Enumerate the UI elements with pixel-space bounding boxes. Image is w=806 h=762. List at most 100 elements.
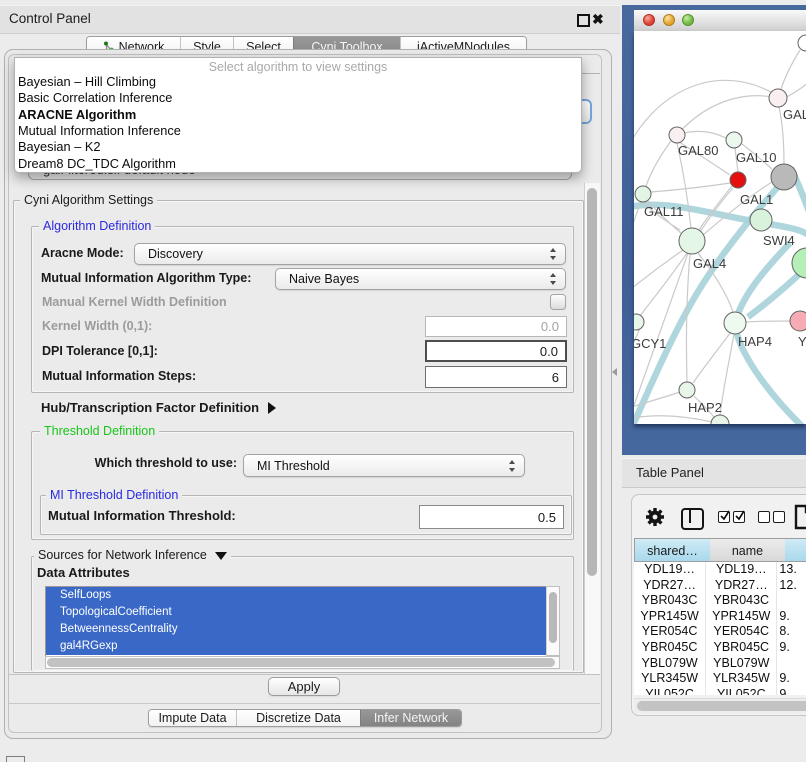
algorithm-definition-label: Algorithm Definition bbox=[39, 219, 155, 233]
algorithm-option[interactable]: Basic Correlation Inference bbox=[18, 90, 172, 105]
cell-value: 13. bbox=[777, 562, 806, 578]
algorithm-option[interactable]: Mutual Information Inference bbox=[18, 123, 181, 138]
split-pane-icon[interactable] bbox=[681, 508, 704, 530]
gear-icon[interactable] bbox=[645, 507, 665, 532]
network-window-titlebar[interactable] bbox=[634, 10, 806, 32]
network-node-y[interactable] bbox=[790, 311, 806, 331]
mi-threshold-input[interactable]: 0.5 bbox=[419, 505, 564, 529]
minimize-light-yellow[interactable] bbox=[663, 14, 675, 26]
network-canvas[interactable]: GALGAL80GAL10GAL1GAL11SWI4GAL4GCY1HAP4YH… bbox=[634, 31, 806, 424]
network-edge bbox=[748, 268, 806, 317]
float-window-icon[interactable] bbox=[577, 14, 590, 27]
algorithm-option[interactable]: ARACNE Algorithm bbox=[18, 107, 136, 122]
table-row[interactable]: YBL079WYBL079W bbox=[634, 656, 806, 672]
attributes-vertical-scrollbar[interactable] bbox=[546, 586, 560, 656]
apply-button[interactable]: Apply bbox=[268, 677, 340, 696]
table-row[interactable]: YDR27…YDR27…12. bbox=[634, 578, 806, 594]
mi-steps-input[interactable]: 6 bbox=[425, 366, 567, 388]
network-graph: GALGAL80GAL10GAL1GAL11SWI4GAL4GCY1HAP4YH… bbox=[634, 31, 806, 424]
hub-factor-expander[interactable]: Hub/Transcription Factor Definition bbox=[41, 400, 276, 415]
tab-infer-network[interactable]: Infer Network bbox=[360, 710, 461, 726]
network-node-hap2[interactable] bbox=[679, 382, 695, 398]
attribute-item[interactable]: TopologicalCoefficient bbox=[46, 604, 547, 621]
cell-value bbox=[777, 656, 806, 672]
table-row[interactable]: YLR345WYLR345W9. bbox=[634, 671, 806, 687]
kernel-width-input[interactable]: 0.0 bbox=[425, 316, 567, 337]
attributes-horizontal-scrollbar[interactable] bbox=[45, 656, 560, 669]
network-edge bbox=[693, 332, 731, 383]
table-row[interactable]: YIL052CYIL052C9. bbox=[634, 687, 806, 695]
which-threshold-combobox[interactable]: MI Threshold bbox=[243, 454, 525, 477]
tab-discretize-data[interactable]: Discretize Data bbox=[236, 710, 360, 726]
combobox-arrows-icon bbox=[550, 273, 557, 285]
hidden-groupbox-edge bbox=[581, 73, 600, 74]
cell-name: YBL079W bbox=[706, 656, 777, 672]
cell-name: YBR043C bbox=[706, 593, 777, 609]
table-row[interactable]: YBR045CYBR045C9. bbox=[634, 640, 806, 656]
node-label: GAL1 bbox=[740, 192, 773, 207]
network-node[interactable] bbox=[798, 35, 806, 51]
aracne-mode-combobox[interactable]: Discovery bbox=[134, 243, 566, 265]
cell-name: YPR145W bbox=[706, 609, 777, 625]
viewport-divider bbox=[9, 674, 600, 675]
table-row[interactable]: YPR145WYPR145W9. bbox=[634, 609, 806, 625]
network-node-gal10[interactable] bbox=[726, 132, 742, 148]
network-node-gcy1[interactable] bbox=[634, 314, 644, 330]
node-label: SWI4 bbox=[763, 233, 795, 248]
network-node-gal4[interactable] bbox=[679, 228, 705, 254]
mi-algorithm-type-combobox[interactable]: Naive Bayes bbox=[275, 268, 566, 290]
algorithm-dropdown-popup: Select algorithm to view settings Bayesi… bbox=[14, 57, 582, 173]
node-label: GAL4 bbox=[693, 256, 726, 271]
node-table-body[interactable]: YDL19…YDL19…13.YDR27…YDR27…12.YBR043CYBR… bbox=[634, 562, 806, 695]
table-row[interactable]: YER054CYER054C8. bbox=[634, 624, 806, 640]
select-all-checkboxes-icon[interactable] bbox=[718, 511, 745, 523]
network-edge bbox=[785, 78, 806, 98]
zoom-light-green[interactable] bbox=[682, 14, 694, 26]
attribute-item[interactable]: SelfLoops bbox=[46, 587, 547, 604]
cell-value: 12. bbox=[777, 578, 806, 594]
document-icon[interactable] bbox=[794, 504, 806, 535]
attributes-hscroll-thumb[interactable] bbox=[47, 658, 555, 667]
tab-impute-data[interactable]: Impute Data bbox=[149, 710, 236, 726]
algorithm-option[interactable]: Bayesian – Hill Climbing bbox=[18, 74, 156, 89]
dpi-tolerance-input[interactable]: 0.0 bbox=[425, 340, 567, 362]
algorithm-option[interactable]: Bayesian – K2 bbox=[18, 139, 101, 154]
manual-kernel-width-checkbox[interactable] bbox=[550, 294, 566, 310]
bottom-divider bbox=[9, 703, 600, 704]
network-edge bbox=[640, 253, 687, 316]
network-node-gal1[interactable] bbox=[730, 172, 746, 188]
deselect-all-checkboxes-icon[interactable] bbox=[758, 511, 785, 523]
node-label: HAP2 bbox=[688, 400, 722, 415]
table-row[interactable]: YBR043CYBR043C bbox=[634, 593, 806, 609]
column-header-name[interactable]: name bbox=[710, 538, 786, 562]
threshold-definition-label: Threshold Definition bbox=[40, 424, 159, 438]
column-header-shared-name[interactable]: shared… bbox=[634, 538, 711, 562]
network-node[interactable] bbox=[771, 164, 797, 190]
close-icon[interactable]: ✖ bbox=[592, 12, 604, 27]
network-node-gal11[interactable] bbox=[635, 186, 651, 202]
attribute-item[interactable]: gal4RGexp bbox=[46, 638, 547, 655]
data-attributes-list[interactable]: SelfLoopsTopologicalCoefficientBetweenne… bbox=[45, 586, 548, 658]
manual-kernel-width-label: Manual Kernel Width Definition bbox=[42, 295, 227, 309]
network-node-gal[interactable] bbox=[769, 89, 787, 107]
network-node[interactable] bbox=[792, 248, 806, 278]
network-node-hap4[interactable] bbox=[724, 312, 746, 334]
attributes-vscroll-thumb[interactable] bbox=[549, 592, 557, 643]
cyni-bottom-tabbar: Impute DataDiscretize DataInfer Network bbox=[148, 709, 462, 727]
table-horizontal-scrollbar[interactable] bbox=[634, 698, 806, 713]
close-light-red[interactable] bbox=[643, 14, 655, 26]
table-row[interactable]: YDL19…YDL19…13. bbox=[634, 562, 806, 578]
settings-scrollbar[interactable] bbox=[584, 183, 600, 675]
settings-scrollbar-thumb[interactable] bbox=[587, 188, 597, 576]
table-hscroll-thumb[interactable] bbox=[637, 701, 806, 711]
sources-expander[interactable]: Sources for Network Inference bbox=[34, 548, 231, 562]
split-pane-collapse-icon[interactable] bbox=[612, 368, 617, 376]
cell-shared-name: YER054C bbox=[634, 624, 706, 640]
attribute-item[interactable]: BetweennessCentrality bbox=[46, 621, 547, 638]
network-node-swi4[interactable] bbox=[750, 209, 772, 231]
column-header-partial[interactable] bbox=[785, 538, 806, 562]
cell-name: YLR345W bbox=[706, 671, 777, 687]
network-node-gal80[interactable] bbox=[669, 127, 685, 143]
cell-shared-name: YDL19… bbox=[634, 562, 706, 578]
algorithm-option[interactable]: Dream8 DC_TDC Algorithm bbox=[18, 156, 176, 171]
